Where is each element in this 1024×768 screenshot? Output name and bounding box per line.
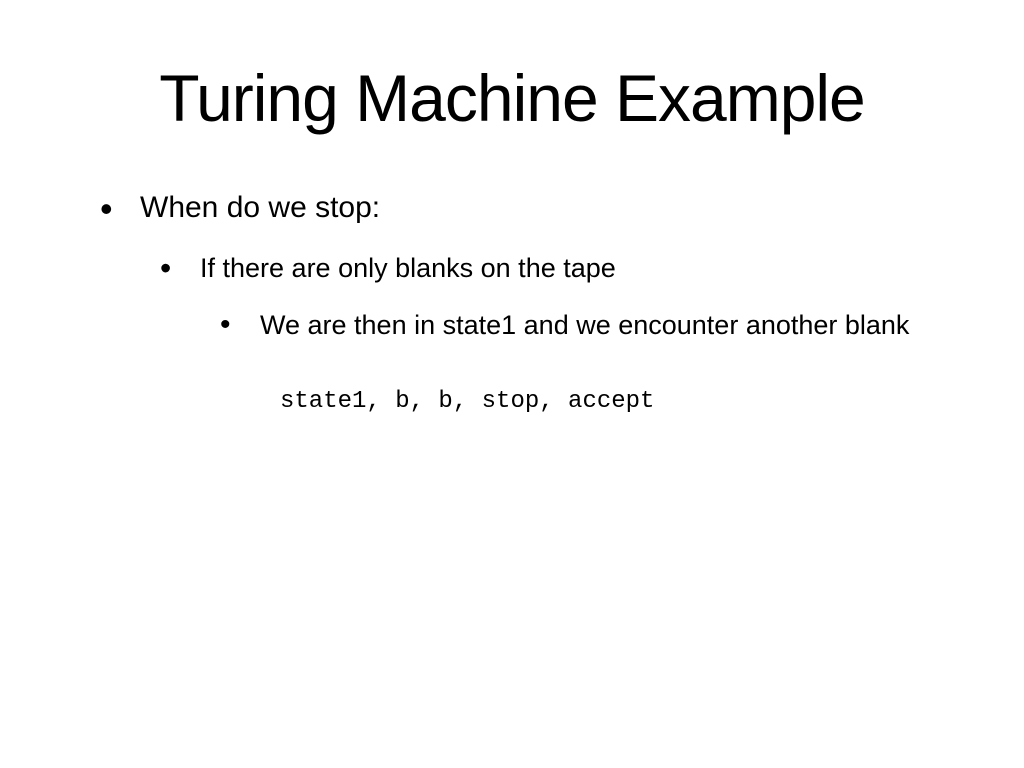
code-line: state1, b, b, stop, accept [80,388,944,415]
bullet-item-level3: We are then in state1 and we encounter a… [220,308,944,343]
slide-title: Turing Machine Example [80,60,944,136]
bullet-list-level2: If there are only blanks on the tape We … [140,253,944,343]
bullet-text: If there are only blanks on the tape [200,253,616,283]
bullet-list-level3: We are then in state1 and we encounter a… [200,308,944,343]
bullet-text: When do we stop: [140,191,380,224]
bullet-text: We are then in state1 and we encounter a… [260,310,909,340]
slide-container: Turing Machine Example When do we stop: … [0,0,1024,768]
bullet-item-level1: When do we stop: If there are only blank… [100,191,944,343]
bullet-list-level1: When do we stop: If there are only blank… [80,191,944,343]
bullet-item-level2: If there are only blanks on the tape We … [160,253,944,343]
